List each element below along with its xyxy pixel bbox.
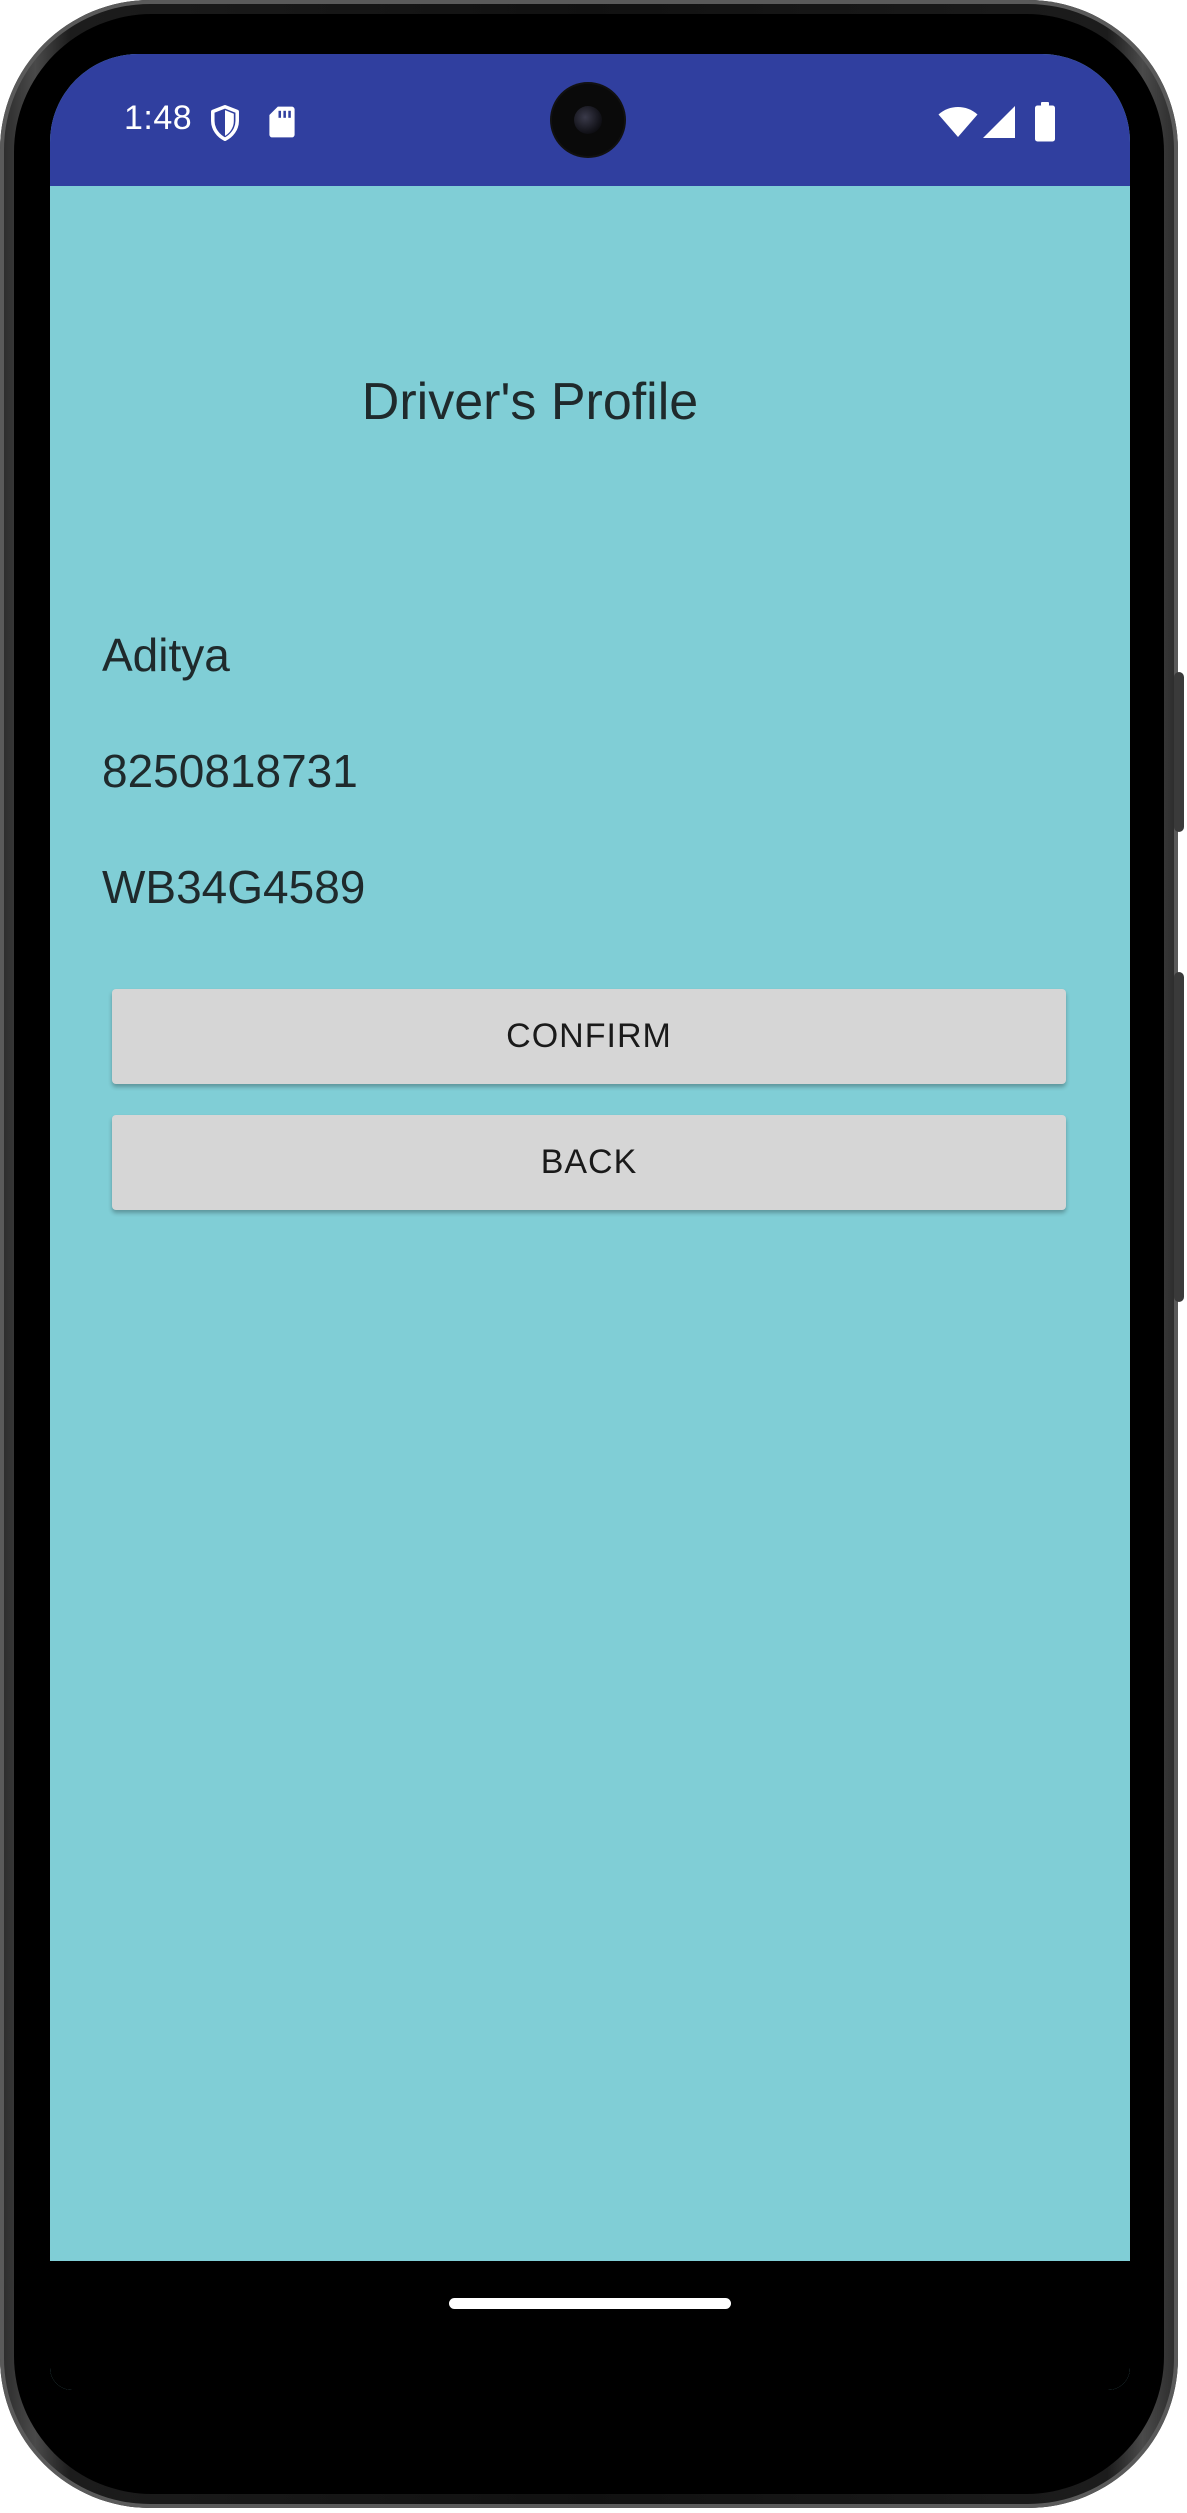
home-gesture-handle[interactable] [449,2298,731,2309]
power-button [1174,972,1184,1302]
page-title: Driver's Profile [361,373,699,431]
battery-icon [1035,102,1055,142]
navigation-bar [50,2261,1130,2390]
volume-button [1174,672,1184,832]
cellular-signal-icon [983,106,1015,138]
app-screen: 1:48 Driver's Profile Aditya 8250818731 … [50,54,1130,2390]
status-time: 1:48 [124,99,193,137]
driver-name: Aditya [102,629,230,681]
status-bar: 1:48 [50,54,1130,186]
sd-card-icon [269,106,295,138]
shield-icon [211,104,239,142]
vehicle-number: WB34G4589 [102,861,366,913]
camera-lens [574,106,602,134]
back-button[interactable]: BACK [112,1115,1066,1210]
confirm-button[interactable]: CONFIRM [112,989,1066,1084]
wifi-icon [938,107,978,137]
driver-phone: 8250818731 [102,745,358,797]
front-camera [552,84,624,156]
phone-frame: 1:48 Driver's Profile Aditya 8250818731 … [0,0,1184,2508]
